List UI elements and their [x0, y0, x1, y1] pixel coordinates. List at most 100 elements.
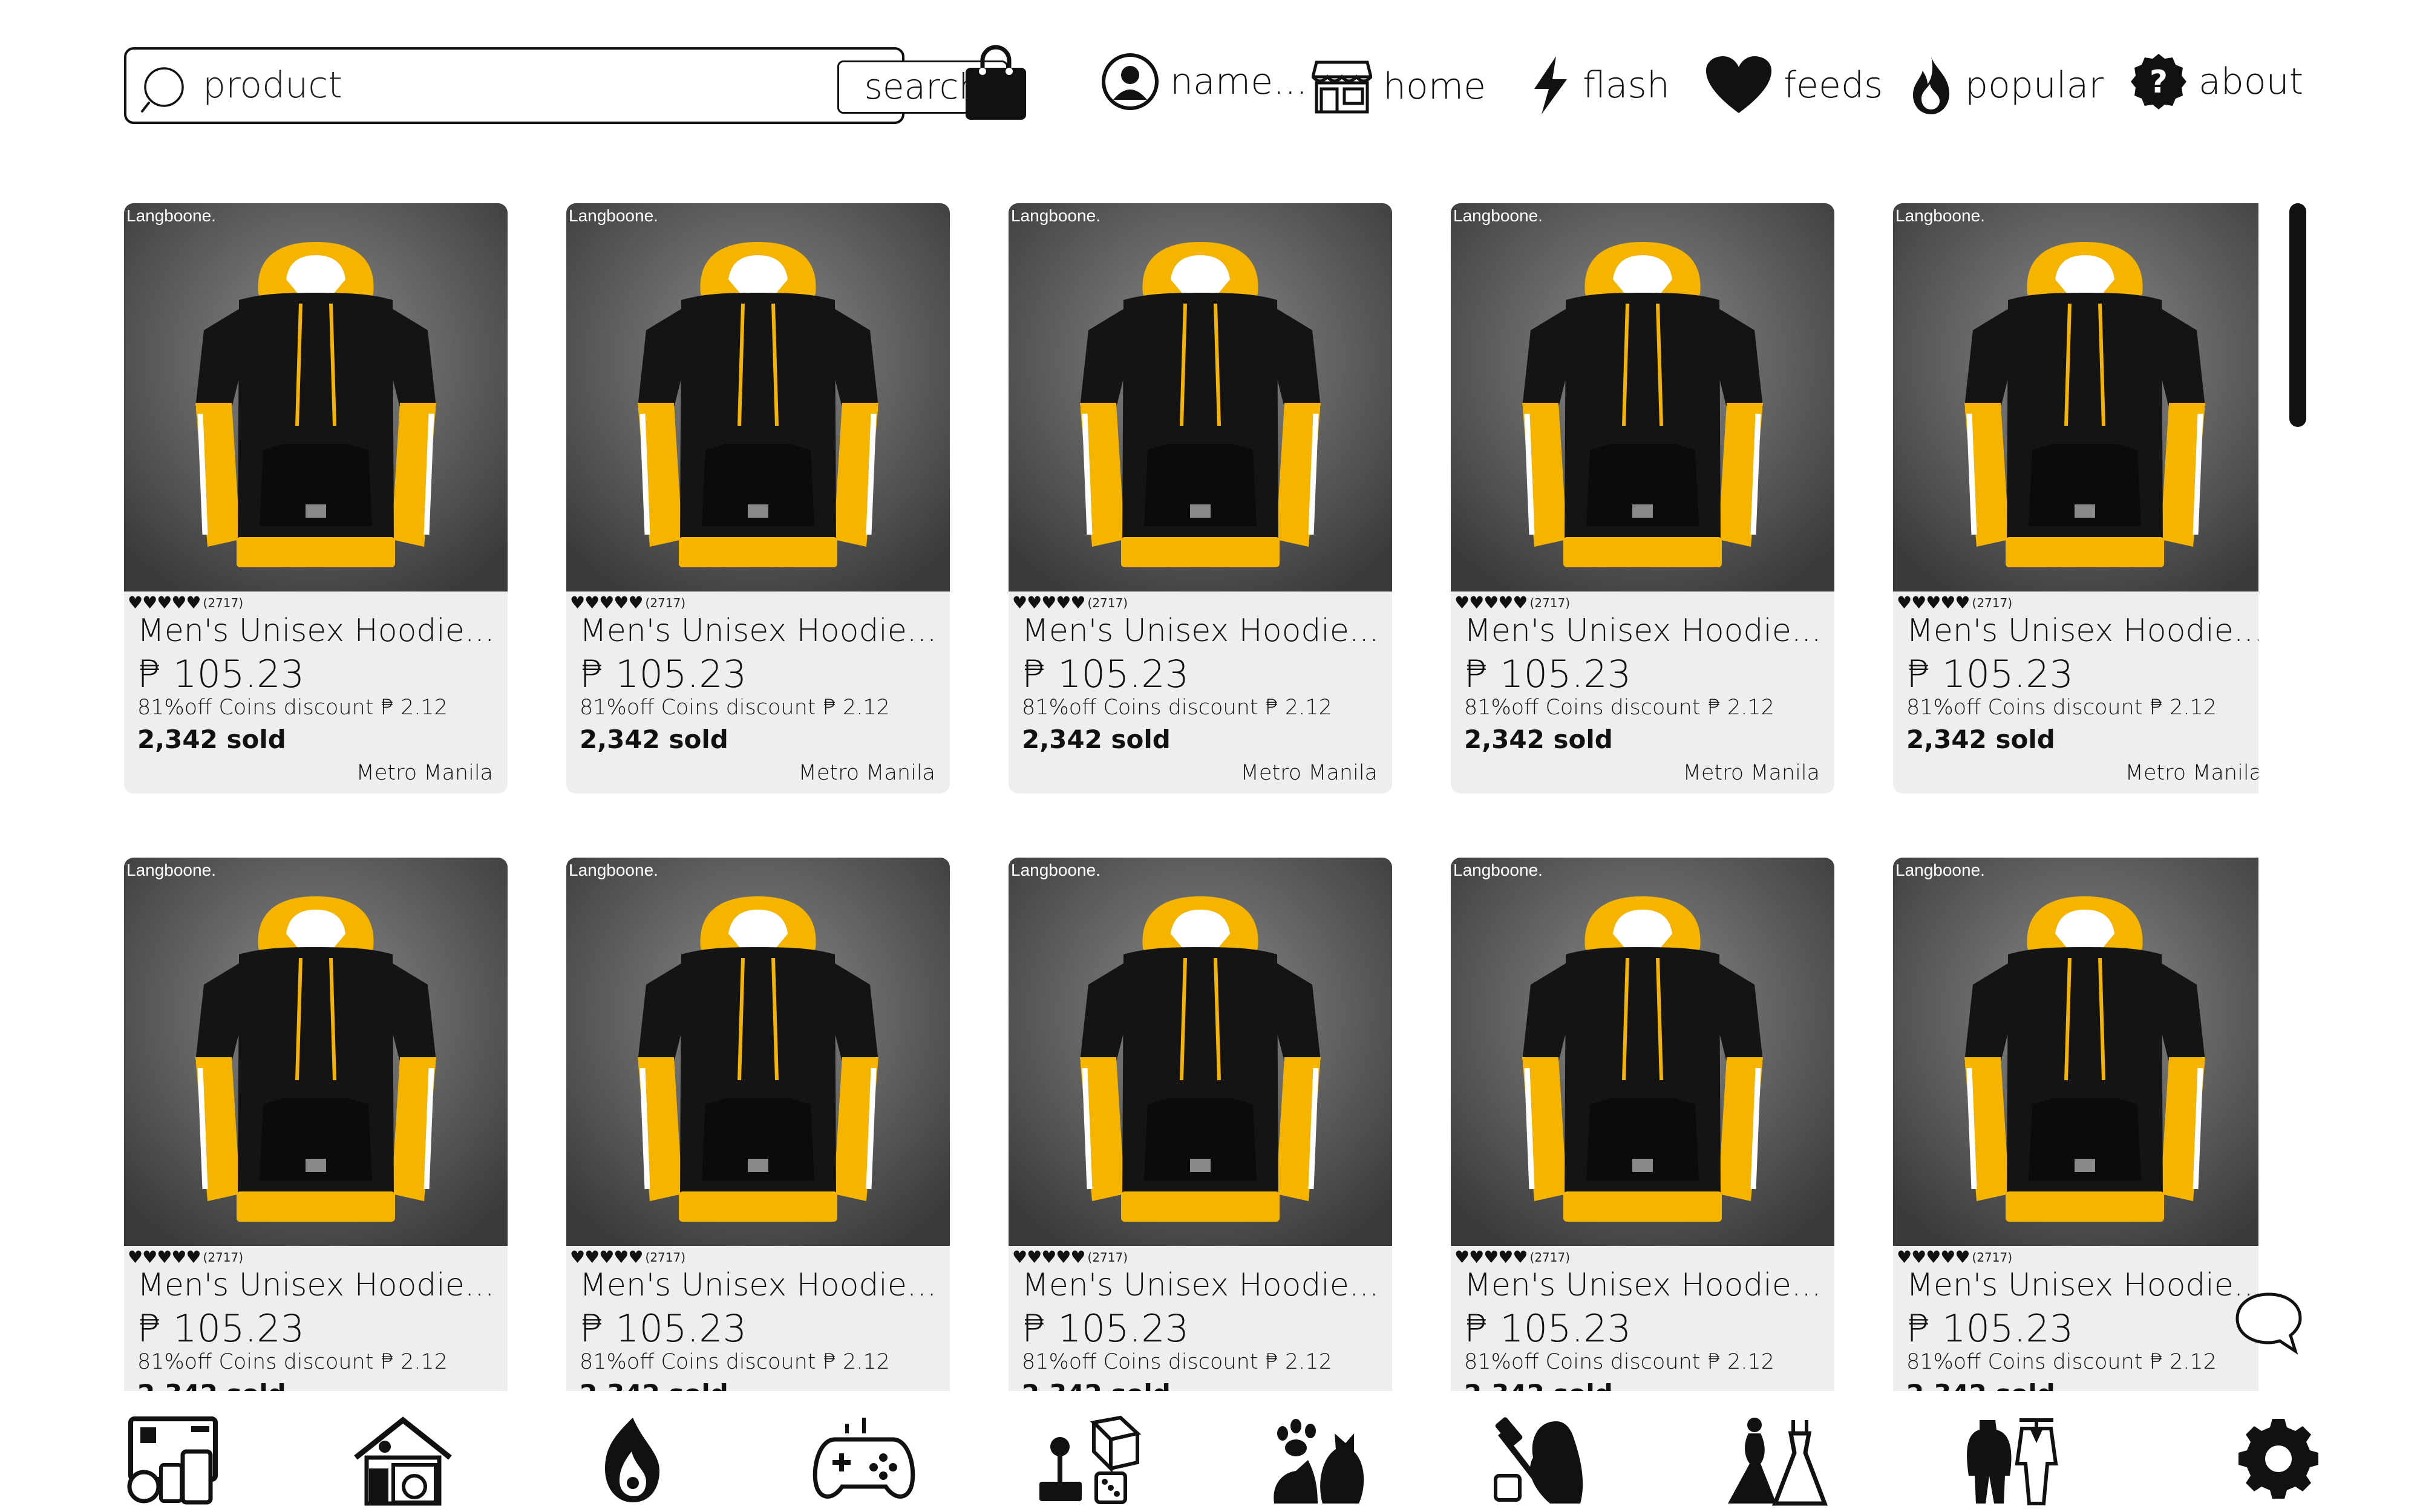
top-header: search name... home flash: [0, 0, 2420, 169]
womens-fashion-category-icon[interactable]: [1722, 1415, 1828, 1506]
product-card[interactable]: Langboone. ♥♥♥♥♥ (2717) Men's Unisex Hoo…: [124, 858, 508, 1391]
product-card[interactable]: Langboone. ♥♥♥♥♥ (2717) Men's Unisex Hoo…: [566, 858, 950, 1391]
mens-fashion-category-icon[interactable]: [1959, 1415, 2065, 1506]
product-price: ₱ 105.23: [1022, 652, 1189, 696]
product-name: Men's Unisex Hoodie...: [1022, 613, 1379, 649]
electronics-category-icon[interactable]: [125, 1415, 231, 1506]
product-image: Langboone.: [1893, 203, 2258, 591]
nav-popular-label: popular: [1965, 64, 2104, 106]
product-card[interactable]: Langboone. ♥♥♥♥♥ (2717) Men's Unisex Hoo…: [124, 203, 508, 793]
product-name: Men's Unisex Hoodie...: [1022, 1267, 1379, 1303]
product-card[interactable]: Langboone. ♥♥♥♥♥ (2717) Men's Unisex Hoo…: [1009, 858, 1392, 1391]
product-discount: 81%off Coins discount ₱ 2.12: [1464, 696, 1774, 720]
product-image: Langboone.: [1451, 858, 1834, 1246]
product-name: Men's Unisex Hoodie...: [1906, 613, 2258, 649]
product-price: ₱ 105.23: [1464, 1306, 1632, 1351]
heart-icon: [1706, 56, 1771, 113]
product-discount: 81%off Coins discount ₱ 2.12: [137, 1350, 448, 1374]
flame-icon: [1913, 56, 1949, 114]
product-location: Metro Manila: [356, 761, 493, 785]
search-input[interactable]: [203, 58, 590, 112]
product-price: ₱ 105.23: [1464, 652, 1632, 696]
chat-bubble-icon[interactable]: [2232, 1289, 2305, 1356]
nav-home-label: home: [1383, 65, 1486, 108]
product-image: Langboone.: [1009, 858, 1392, 1246]
product-card[interactable]: Langboone. ♥♥♥♥♥ (2717) Men's Unisex Hoo…: [1451, 203, 1834, 793]
product-discount: 81%off Coins discount ₱ 2.12: [1464, 1350, 1774, 1374]
product-price: ₱ 105.23: [580, 1306, 747, 1351]
product-sold-count: 2,342 sold: [137, 1379, 286, 1391]
brand-logo-text: Langboone.: [1011, 206, 1100, 225]
product-sold-count: 2,342 sold: [1022, 725, 1171, 754]
product-location: Metro Manila: [798, 761, 935, 785]
product-name: Men's Unisex Hoodie...: [1464, 613, 1822, 649]
store-icon: [1312, 60, 1372, 114]
product-discount: 81%off Coins discount ₱ 2.12: [580, 1350, 890, 1374]
product-discount: 81%off Coins discount ₱ 2.12: [1022, 696, 1332, 720]
nav-about[interactable]: ? about: [2130, 48, 2303, 115]
product-card[interactable]: Langboone. ♥♥♥♥♥ (2717) Men's Unisex Hoo…: [1009, 203, 1392, 793]
product-image: Langboone.: [1451, 203, 1834, 591]
product-discount: 81%off Coins discount ₱ 2.12: [137, 696, 448, 720]
product-image: Langboone.: [566, 858, 950, 1246]
product-price: ₱ 105.23: [1906, 1306, 2074, 1351]
pets-category-icon[interactable]: [1262, 1415, 1369, 1506]
health-personal-care-category-icon[interactable]: [1490, 1415, 1596, 1506]
product-location: Metro Manila: [2125, 761, 2258, 785]
product-card[interactable]: Langboone. ♥♥♥♥♥ (2717) Men's Unisex Hoo…: [1893, 203, 2258, 793]
beauty-category-icon[interactable]: [575, 1415, 681, 1506]
nav-popular[interactable]: popular: [1909, 52, 2104, 119]
brand-logo-text: Langboone.: [1453, 206, 1543, 225]
product-card[interactable]: Langboone. ♥♥♥♥♥ (2717) Men's Unisex Hoo…: [566, 203, 950, 793]
product-discount: 81%off Coins discount ₱ 2.12: [1906, 1350, 2217, 1374]
nav-feeds[interactable]: feeds: [1705, 52, 1883, 119]
product-image: Langboone.: [566, 203, 950, 591]
product-sold-count: 2,342 sold: [1464, 1379, 1613, 1391]
settings-icon[interactable]: [2231, 1415, 2338, 1506]
product-name: Men's Unisex Hoodie...: [137, 613, 495, 649]
brand-logo-text: Langboone.: [569, 861, 658, 879]
product-name: Men's Unisex Hoodie...: [137, 1267, 495, 1303]
nav-about-label: about: [2199, 60, 2304, 103]
brand-logo-text: Langboone.: [1011, 861, 1100, 879]
brand-logo-text: Langboone.: [1895, 861, 1985, 879]
brand-logo-text: Langboone.: [126, 861, 216, 879]
nav-home[interactable]: home: [1312, 53, 1486, 120]
search-icon: [141, 67, 184, 112]
category-bar: [0, 1396, 2420, 1512]
product-sold-count: 2,342 sold: [137, 725, 286, 754]
home-appliances-category-icon[interactable]: [350, 1415, 456, 1506]
product-sold-count: 2,342 sold: [1464, 725, 1613, 754]
product-price: ₱ 105.23: [137, 652, 305, 696]
product-name: Men's Unisex Hoodie...: [1906, 1267, 2258, 1303]
product-name: Men's Unisex Hoodie...: [580, 1267, 937, 1303]
product-sold-count: 2,342 sold: [580, 1379, 728, 1391]
product-card[interactable]: Langboone. ♥♥♥♥♥ (2717) Men's Unisex Hoo…: [1451, 858, 1834, 1391]
product-discount: 81%off Coins discount ₱ 2.12: [580, 696, 890, 720]
product-image: Langboone.: [124, 203, 508, 591]
brand-logo-text: Langboone.: [126, 206, 216, 225]
question-badge-icon: ?: [2131, 54, 2186, 109]
product-price: ₱ 105.23: [580, 652, 747, 696]
product-location: Metro Manila: [1240, 761, 1378, 785]
product-price: ₱ 105.23: [137, 1306, 305, 1351]
product-image: Langboone.: [1893, 858, 2258, 1246]
nav-feeds-label: feeds: [1784, 64, 1883, 106]
toys-games-category-icon[interactable]: [1036, 1415, 1142, 1506]
product-location: Metro Manila: [1683, 761, 1820, 785]
gaming-category-icon[interactable]: [811, 1415, 917, 1506]
product-card[interactable]: Langboone. ♥♥♥♥♥ (2717) Men's Unisex Hoo…: [1893, 858, 2258, 1391]
nav-account-label: name...: [1170, 60, 1308, 103]
product-sold-count: 2,342 sold: [1906, 725, 2055, 754]
nav-account[interactable]: name...: [1101, 48, 1307, 115]
product-sold-count: 2,342 sold: [1906, 1379, 2055, 1391]
product-image: Langboone.: [1009, 203, 1392, 591]
scrollbar-thumb[interactable]: [2289, 203, 2306, 427]
product-grid: Langboone. ♥♥♥♥♥ (2717) Men's Unisex Hoo…: [124, 203, 2258, 1391]
brand-logo-text: Langboone.: [1453, 861, 1543, 879]
svg-text:?: ?: [2150, 64, 2168, 100]
product-sold-count: 2,342 sold: [580, 725, 728, 754]
nav-flash[interactable]: flash: [1529, 52, 1670, 119]
product-discount: 81%off Coins discount ₱ 2.12: [1906, 696, 2217, 720]
shopping-bag-icon[interactable]: [962, 44, 1030, 122]
